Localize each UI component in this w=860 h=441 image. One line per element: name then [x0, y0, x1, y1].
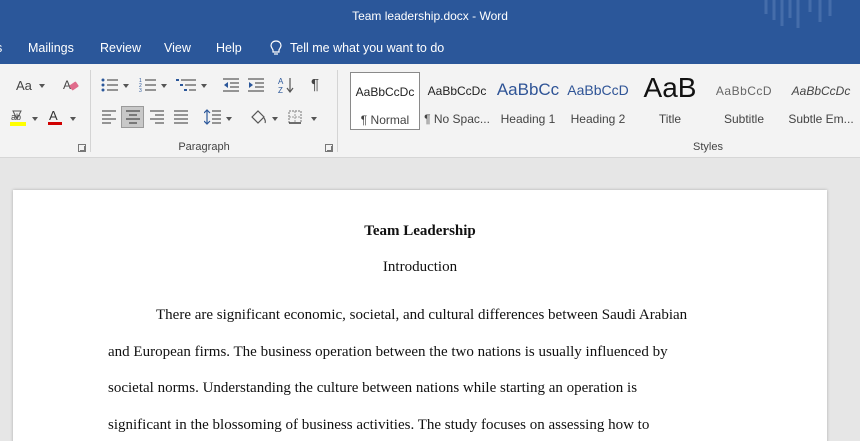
numbering-dropdown-caret[interactable] — [161, 84, 167, 88]
title-bar: Team leadership.docx - Word — [0, 0, 860, 34]
style-name: Heading 1 — [500, 112, 556, 126]
text-highlight-color-icon[interactable]: ab — [8, 109, 28, 127]
style-sample: AaBbCcD — [567, 82, 629, 98]
svg-text:Z: Z — [278, 86, 283, 94]
style-sample: AaBbCcDc — [791, 84, 851, 98]
clear-formatting-icon[interactable]: A — [62, 77, 80, 93]
window-title: Team leadership.docx - Word — [352, 9, 508, 23]
svg-text:A: A — [278, 77, 284, 86]
body-line-1: There are significant economic, societal… — [156, 307, 688, 323]
tab-help[interactable]: Help — [216, 41, 242, 55]
tab-partial-hidden[interactable]: s — [0, 41, 2, 55]
style-sample: AaBbCcDc — [355, 85, 415, 99]
style-name: ¶ Normal — [360, 113, 410, 127]
tab-review[interactable]: Review — [100, 41, 141, 55]
title-bar-decoration — [764, 0, 832, 28]
align-left-icon[interactable] — [101, 110, 117, 124]
style-heading-2[interactable]: AaBbCcD Heading 2 — [564, 72, 632, 130]
multilevel-list-icon[interactable] — [176, 77, 198, 93]
numbering-icon[interactable]: 123 — [139, 77, 157, 93]
change-case-dropdown-caret[interactable] — [39, 84, 45, 88]
svg-text:ab: ab — [11, 112, 21, 122]
font-color-icon[interactable]: A — [46, 108, 64, 126]
justify-icon[interactable] — [173, 110, 189, 124]
bullets-dropdown-caret[interactable] — [123, 84, 129, 88]
lightbulb-icon — [270, 40, 282, 55]
tell-me-search[interactable]: Tell me what you want to do — [270, 40, 444, 56]
body-line-2: and European firms. The business operati… — [108, 344, 668, 360]
style-sample: AaB — [643, 72, 697, 103]
bullets-icon[interactable] — [101, 77, 119, 93]
highlight-dropdown-caret[interactable] — [32, 117, 38, 121]
borders-dropdown-caret[interactable] — [311, 117, 317, 121]
style-name: ¶ No Spac... — [424, 112, 490, 126]
group-separator — [337, 70, 338, 152]
style-subtitle[interactable]: AaBbCcD Subtitle — [708, 72, 780, 130]
show-formatting-marks-icon[interactable]: ¶ — [311, 77, 319, 93]
svg-text:A: A — [49, 108, 58, 123]
style-name: Title — [658, 112, 682, 126]
svg-text:3: 3 — [139, 88, 142, 93]
line-spacing-icon[interactable] — [204, 109, 222, 125]
paragraph-group-label: Paragraph — [178, 141, 230, 153]
document-subtitle: Introduction — [382, 259, 458, 275]
style-sample: AaBbCc — [496, 80, 560, 99]
style-subtle-emphasis[interactable]: AaBbCcDc Subtle Em... — [782, 72, 860, 130]
document-area: Team Leadership Introduction There are s… — [0, 158, 860, 441]
style-name: Subtitle — [723, 112, 765, 126]
borders-icon[interactable] — [288, 110, 302, 124]
multilevel-dropdown-caret[interactable] — [201, 84, 207, 88]
group-separator — [90, 70, 91, 152]
styles-gallery: AaBbCcDc ¶ Normal AaBbCcDc ¶ No Spac... … — [346, 70, 860, 134]
sort-icon[interactable]: A Z — [278, 76, 294, 94]
align-center-button[interactable] — [121, 106, 144, 128]
font-color-dropdown-caret[interactable] — [70, 117, 76, 121]
style-sample: AaBbCcD — [715, 84, 773, 98]
tab-mailings[interactable]: Mailings — [28, 41, 74, 55]
styles-group-label: Styles — [693, 141, 723, 153]
style-name: Heading 2 — [570, 112, 626, 126]
paragraph-dialog-launcher[interactable] — [325, 144, 333, 152]
style-sample: AaBbCcDc — [427, 84, 487, 98]
shading-icon[interactable] — [249, 108, 269, 126]
font-dialog-launcher[interactable] — [78, 144, 86, 152]
style-heading-1[interactable]: AaBbCc Heading 1 — [494, 72, 562, 130]
ribbon: Aa A ab A 123 A Z ¶ Paragraph AaBbCcDc ¶… — [0, 64, 860, 158]
shading-dropdown-caret[interactable] — [272, 117, 278, 121]
increase-indent-icon[interactable] — [247, 77, 265, 93]
ribbon-tabs: s Mailings Review View Help Tell me what… — [0, 34, 860, 64]
document-page[interactable]: Team Leadership Introduction There are s… — [13, 190, 827, 441]
align-center-icon — [126, 110, 140, 124]
line-spacing-dropdown-caret[interactable] — [226, 117, 232, 121]
style-normal[interactable]: AaBbCcDc ¶ Normal — [350, 72, 420, 130]
decrease-indent-icon[interactable] — [222, 77, 240, 93]
tab-view[interactable]: View — [164, 41, 191, 55]
style-no-spacing[interactable]: AaBbCcDc ¶ No Spac... — [422, 72, 492, 130]
document-title: Team Leadership — [364, 223, 476, 239]
tell-me-text: Tell me what you want to do — [290, 41, 445, 55]
align-right-icon[interactable] — [149, 110, 165, 124]
style-title[interactable]: AaB Title — [634, 72, 706, 130]
style-name: Subtle Em... — [788, 112, 854, 126]
body-line-4: significant in the blossoming of busines… — [108, 417, 650, 433]
change-case-button[interactable]: Aa — [16, 78, 32, 94]
body-line-3: societal norms. Understanding the cultur… — [108, 380, 638, 396]
svg-text:A: A — [63, 78, 71, 92]
